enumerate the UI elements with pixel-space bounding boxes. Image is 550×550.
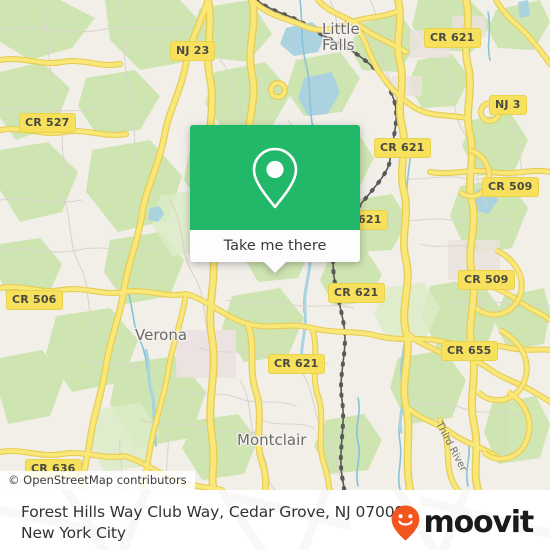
moovit-smiley-pin-icon (391, 505, 419, 541)
moovit-logo[interactable]: moovit (390, 504, 535, 542)
moovit-wordmark: moovit (423, 505, 535, 540)
road-shield: CR 621 (374, 138, 431, 158)
popup-header (190, 125, 360, 230)
address-text: Forest Hills Way Club Way, Cedar Grove, … (21, 502, 411, 544)
attribution-text: © OpenStreetMap contributors (8, 472, 187, 487)
map-canvas[interactable]: NJ 23 CR 621 CR 527 NJ 3 CR 621 CR 509 621 CR 5… (0, 0, 550, 490)
map-screen: NJ 23 CR 621 CR 527 NJ 3 CR 621 CR 509 621 CR 5… (0, 0, 550, 550)
road-shield: CR 621 (424, 28, 481, 48)
footer-bar: Forest Hills Way Club Way, Cedar Grove, … (0, 490, 550, 550)
take-me-there-label: Take me there (223, 237, 327, 254)
address-line-1: Forest Hills Way Club Way, Cedar Grove, … (21, 503, 410, 521)
location-popup-card[interactable]: Take me there (190, 125, 360, 273)
map-attribution[interactable]: © OpenStreetMap contributors (0, 471, 195, 490)
road-shield: CR 509 (482, 177, 539, 197)
take-me-there-button[interactable]: Take me there (190, 230, 360, 273)
road-shield: CR 509 (458, 270, 515, 290)
road-shield: CR 506 (6, 290, 63, 310)
map-pin-icon (252, 147, 298, 208)
road-shield: NJ 3 (489, 95, 527, 115)
road-shield: CR 621 (328, 283, 385, 303)
road-shield: CR 655 (441, 341, 498, 361)
address-line-2: New York City (21, 524, 126, 543)
popup-pointer-arrow (264, 262, 286, 273)
road-shield: NJ 23 (170, 41, 216, 61)
road-shield: CR 621 (268, 354, 325, 374)
road-shield: CR 527 (19, 113, 76, 133)
